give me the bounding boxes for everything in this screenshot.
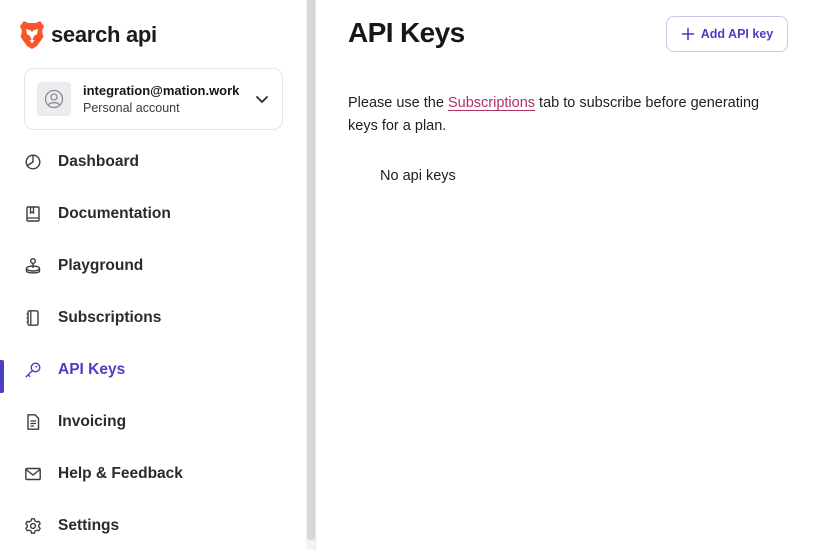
- account-email: integration@mation.work: [83, 82, 240, 98]
- gear-icon: [25, 518, 41, 534]
- brand[interactable]: search api: [19, 20, 157, 50]
- sidebar-item-subscriptions[interactable]: Subscriptions: [0, 292, 306, 344]
- app-root: search api integration@mation.work Perso…: [0, 0, 820, 550]
- subscriptions-link[interactable]: Subscriptions: [448, 95, 535, 111]
- account-info: integration@mation.work Personal account: [83, 82, 248, 117]
- sidebar-item-documentation[interactable]: Documentation: [0, 188, 306, 240]
- page-title: API Keys: [348, 17, 465, 48]
- sidebar-item-label: Subscriptions: [58, 309, 162, 326]
- sidebar-item-label: API Keys: [58, 361, 126, 378]
- book-icon: [26, 206, 40, 222]
- key-icon: [25, 362, 41, 378]
- sidebar-item-help-feedback[interactable]: Help & Feedback: [0, 448, 306, 500]
- invoice-icon: [27, 414, 40, 430]
- sidebar-item-settings[interactable]: Settings: [0, 500, 306, 550]
- sidebar-item-label: Settings: [58, 517, 120, 534]
- subscription-notice: Please use the Subscriptions tab to subs…: [348, 92, 788, 138]
- sidebar-scrollbar-thumb[interactable]: [307, 0, 315, 540]
- brand-name: search api: [51, 22, 157, 47]
- subscriptions-icon: [26, 310, 39, 326]
- user-icon: [44, 89, 64, 109]
- chevron-down-icon[interactable]: [254, 91, 270, 107]
- sidebar-item-label: Dashboard: [58, 153, 139, 170]
- sidebar-item-label: Playground: [58, 257, 144, 274]
- sidebar-item-api-keys[interactable]: API Keys: [0, 344, 306, 396]
- sidebar-item-label: Invoicing: [58, 413, 127, 430]
- notice-prefix: Please use the: [348, 95, 448, 111]
- account-type: Personal account: [83, 100, 180, 115]
- mail-icon: [25, 467, 41, 481]
- sidebar-item-invoicing[interactable]: Invoicing: [0, 396, 306, 448]
- empty-state-text: No api keys: [380, 168, 456, 184]
- avatar: [37, 82, 71, 116]
- brave-lion-icon: [20, 21, 44, 49]
- sidebar-nav: Dashboard Documentation Playground Subsc…: [0, 136, 306, 550]
- add-api-key-button[interactable]: Add API key: [666, 16, 788, 52]
- dashboard-icon: [25, 154, 41, 170]
- sidebar-item-label: Help & Feedback: [58, 465, 183, 482]
- joystick-icon: [25, 258, 41, 274]
- sidebar-item-dashboard[interactable]: Dashboard: [0, 136, 306, 188]
- account-switcher[interactable]: integration@mation.work Personal account: [24, 68, 283, 130]
- sidebar: search api integration@mation.work Perso…: [0, 0, 306, 550]
- sidebar-item-playground[interactable]: Playground: [0, 240, 306, 292]
- add-api-key-label: Add API key: [700, 27, 774, 41]
- plus-icon: [681, 27, 695, 41]
- main-content: API Keys Add API key Please use the Subs…: [316, 0, 820, 550]
- sidebar-item-label: Documentation: [58, 205, 171, 222]
